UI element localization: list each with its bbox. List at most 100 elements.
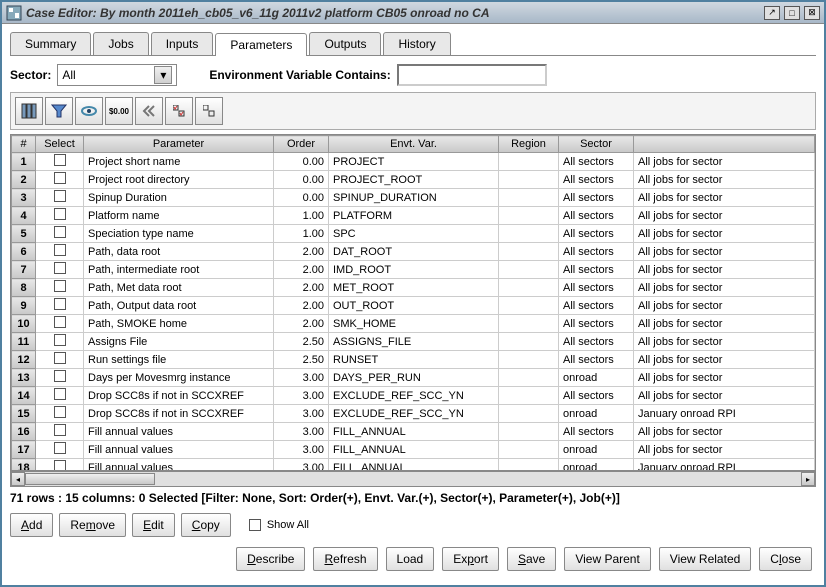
select-cell[interactable] [36,171,84,189]
row-checkbox[interactable] [54,298,66,310]
tab-history[interactable]: History [383,32,450,55]
select-cell[interactable] [36,279,84,297]
export-button[interactable]: Export [442,547,499,571]
table-row[interactable]: 17Fill annual values3.00FILL_ANNUALonroa… [12,441,815,459]
env-contains-input[interactable] [397,64,547,86]
tab-parameters[interactable]: Parameters [215,33,307,56]
view-parent-button[interactable]: View Parent [564,547,650,571]
table-row[interactable]: 15Drop SCC8s if not in SCCXREF3.00EXCLUD… [12,405,815,423]
scroll-thumb[interactable] [25,473,155,485]
table-row[interactable]: 9Path, Output data root2.00OUT_ROOTAll s… [12,297,815,315]
table-row[interactable]: 14Drop SCC8s if not in SCCXREF3.00EXCLUD… [12,387,815,405]
row-checkbox[interactable] [54,244,66,256]
row-checkbox[interactable] [54,442,66,454]
select-cell[interactable] [36,405,84,423]
table-row[interactable]: 1Project short name0.00PROJECTAll sector… [12,153,815,171]
select-cell[interactable] [36,243,84,261]
select-cell[interactable] [36,225,84,243]
row-checkbox[interactable] [54,460,66,471]
column-header[interactable]: Parameter [84,136,274,153]
row-checkbox[interactable] [54,424,66,436]
select-cell[interactable] [36,189,84,207]
row-checkbox[interactable] [54,172,66,184]
edit-button[interactable]: Edit [132,513,175,537]
select-cell[interactable] [36,351,84,369]
column-header[interactable]: Envt. Var. [329,136,499,153]
scroll-left-icon[interactable]: ◂ [11,472,25,486]
row-checkbox[interactable] [54,226,66,238]
select-cell[interactable] [36,207,84,225]
row-checkbox[interactable] [54,154,66,166]
uncheck-all-icon[interactable] [195,97,223,125]
select-cell[interactable] [36,441,84,459]
tab-outputs[interactable]: Outputs [309,32,381,55]
horizontal-scrollbar[interactable]: ◂ ▸ [10,471,816,487]
table-row[interactable]: 2Project root directory0.00PROJECT_ROOTA… [12,171,815,189]
view-related-button[interactable]: View Related [659,547,752,571]
save-button[interactable]: Save [507,547,556,571]
table-row[interactable]: 16Fill annual values3.00FILL_ANNUALAll s… [12,423,815,441]
table-row[interactable]: 5Speciation type name1.00SPCAll sectorsA… [12,225,815,243]
row-checkbox[interactable] [54,208,66,220]
row-checkbox[interactable] [54,388,66,400]
table-row[interactable]: 4Platform name1.00PLATFORMAll sectorsAll… [12,207,815,225]
column-header[interactable]: # [12,136,36,153]
tab-jobs[interactable]: Jobs [93,32,148,55]
select-cell[interactable] [36,153,84,171]
row-checkbox[interactable] [54,280,66,292]
row-checkbox[interactable] [54,406,66,418]
table-row[interactable]: 13Days per Movesmrg instance3.00DAYS_PER… [12,369,815,387]
table-row[interactable]: 10Path, SMOKE home2.00SMK_HOMEAll sector… [12,315,815,333]
select-cell[interactable] [36,369,84,387]
close-button[interactable]: Close [759,547,812,571]
describe-button[interactable]: Describe [236,547,305,571]
column-header[interactable] [634,136,815,153]
tab-summary[interactable]: Summary [10,32,91,55]
select-cell[interactable] [36,261,84,279]
table-row[interactable]: 6Path, data root2.00DAT_ROOTAll sectorsA… [12,243,815,261]
maximize-icon[interactable]: □ [784,6,800,20]
close-window-icon[interactable]: ⊠ [804,6,820,20]
scroll-right-icon[interactable]: ▸ [801,472,815,486]
check-all-icon[interactable] [165,97,193,125]
parameters-table[interactable]: #SelectParameterOrderEnvt. Var.RegionSec… [10,134,816,471]
select-cell[interactable] [36,333,84,351]
select-cell[interactable] [36,423,84,441]
row-checkbox[interactable] [54,316,66,328]
select-cell[interactable] [36,297,84,315]
row-checkbox[interactable] [54,352,66,364]
row-checkbox[interactable] [54,190,66,202]
select-cell[interactable] [36,315,84,333]
refresh-button[interactable]: Refresh [313,547,377,571]
detach-icon[interactable]: ↗ [764,6,780,20]
show-all-checkbox[interactable] [249,519,261,531]
funnel-icon[interactable] [45,97,73,125]
table-row[interactable]: 18Fill annual values3.00FILL_ANNUALonroa… [12,459,815,472]
table-row[interactable]: 11Assigns File2.50ASSIGNS_FILEAll sector… [12,333,815,351]
chevron-down-icon[interactable]: ▾ [154,66,172,84]
order-cell: 2.00 [274,315,329,333]
column-header[interactable]: Sector [559,136,634,153]
format-icon[interactable]: $0.00 [105,97,133,125]
add-button[interactable]: Add [10,513,53,537]
table-row[interactable]: 7Path, intermediate root2.00IMD_ROOTAll … [12,261,815,279]
column-header[interactable]: Select [36,136,84,153]
table-row[interactable]: 12Run settings file2.50RUNSETAll sectors… [12,351,815,369]
column-header[interactable]: Region [499,136,559,153]
eye-icon[interactable] [75,97,103,125]
table-row[interactable]: 3Spinup Duration0.00SPINUP_DURATIONAll s… [12,189,815,207]
columns-icon[interactable] [15,97,43,125]
sector-select[interactable]: All ▾ [57,64,177,86]
select-cell[interactable] [36,387,84,405]
column-header[interactable]: Order [274,136,329,153]
select-cell[interactable] [36,459,84,472]
row-checkbox[interactable] [54,262,66,274]
copy-button[interactable]: Copy [181,513,231,537]
tab-inputs[interactable]: Inputs [151,32,214,55]
table-row[interactable]: 8Path, Met data root2.00MET_ROOTAll sect… [12,279,815,297]
load-button[interactable]: Load [386,547,435,571]
row-checkbox[interactable] [54,334,66,346]
row-checkbox[interactable] [54,370,66,382]
remove-button[interactable]: Remove [59,513,126,537]
first-icon[interactable] [135,97,163,125]
